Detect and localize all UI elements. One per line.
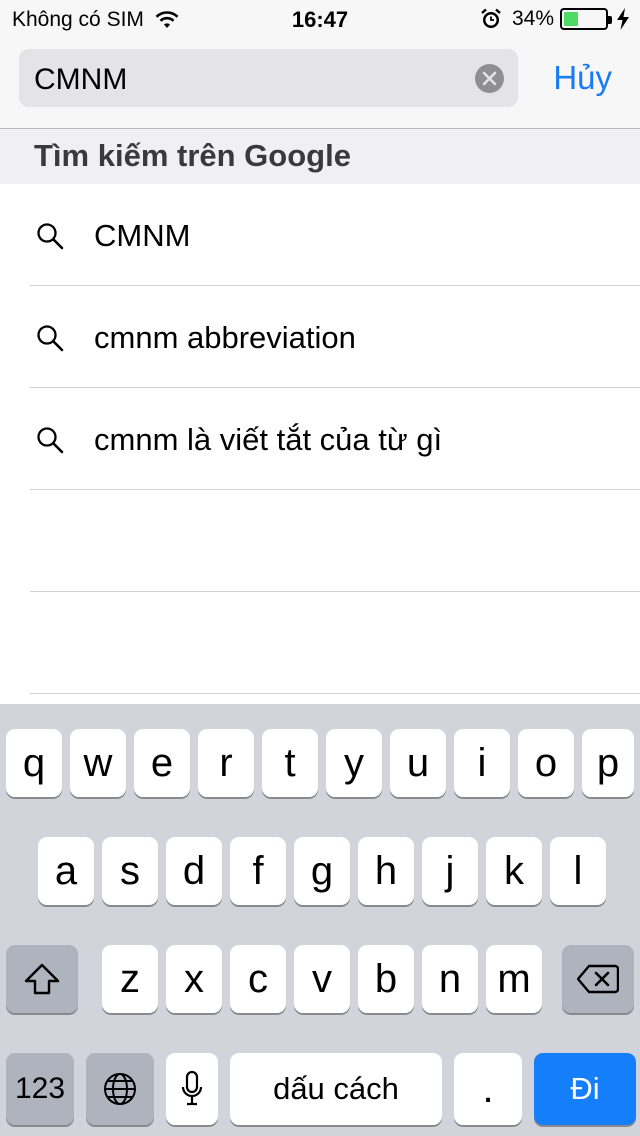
go-key[interactable]: Đi (534, 1053, 636, 1125)
key-n[interactable]: n (422, 945, 478, 1013)
clear-icon (482, 71, 497, 86)
suggestion-label: CMNM (94, 218, 191, 253)
key-u[interactable]: u (390, 729, 446, 797)
key-l[interactable]: l (550, 837, 606, 905)
empty-row (0, 490, 640, 592)
key-j[interactable]: j (422, 837, 478, 905)
search-input-value[interactable]: CMNM (34, 63, 127, 97)
key-i[interactable]: i (454, 729, 510, 797)
clear-search-button[interactable] (475, 64, 504, 93)
microphone-icon (181, 1070, 203, 1106)
key-k[interactable]: k (486, 837, 542, 905)
suggestion-label: cmnm abbreviation (94, 320, 356, 355)
key-g[interactable]: g (294, 837, 350, 905)
key-a[interactable]: a (38, 837, 94, 905)
key-v[interactable]: v (294, 945, 350, 1013)
suggestion-item[interactable]: cmnm abbreviation (0, 286, 640, 388)
search-icon (37, 325, 64, 352)
charging-bolt-icon (617, 8, 629, 30)
empty-row (0, 592, 640, 694)
key-d[interactable]: d (166, 837, 222, 905)
key-p[interactable]: p (582, 729, 634, 797)
shift-icon (24, 963, 60, 995)
section-title: Tìm kiếm trên Google (34, 138, 351, 173)
key-r[interactable]: r (198, 729, 254, 797)
search-icon (37, 223, 64, 250)
keyboard: q w e r t y u i o p a s d f g h j k l z … (0, 704, 640, 1136)
dictation-key[interactable] (166, 1053, 218, 1125)
search-input[interactable]: CMNM (19, 49, 518, 107)
key-w[interactable]: w (70, 729, 126, 797)
space-key[interactable]: dấu cách (230, 1053, 442, 1125)
cancel-button[interactable]: Hủy (553, 59, 612, 97)
status-right: 34% (480, 7, 630, 31)
divider (30, 693, 640, 694)
key-m[interactable]: m (486, 945, 542, 1013)
key-x[interactable]: x (166, 945, 222, 1013)
numbers-key[interactable]: 123 (6, 1053, 74, 1125)
battery-icon (560, 8, 612, 30)
battery-percent: 34% (511, 7, 554, 30)
period-key[interactable]: . (454, 1053, 522, 1125)
battery-tip (608, 16, 612, 24)
key-q[interactable]: q (6, 729, 62, 797)
suggestion-list: CMNM cmnm abbreviation cmnm là viết tắt … (0, 184, 640, 694)
section-header: Tìm kiếm trên Google (0, 129, 640, 184)
suggestion-item[interactable]: CMNM (0, 184, 640, 286)
battery-fill (564, 12, 578, 26)
globe-key[interactable] (86, 1053, 154, 1125)
backspace-icon (577, 964, 619, 994)
key-o[interactable]: o (518, 729, 574, 797)
suggestion-label: cmnm là viết tắt của từ gì (94, 422, 443, 457)
alarm-icon (481, 8, 501, 28)
key-z[interactable]: z (102, 945, 158, 1013)
key-e[interactable]: e (134, 729, 190, 797)
suggestion-item[interactable]: cmnm là viết tắt của từ gì (0, 388, 640, 490)
key-y[interactable]: y (326, 729, 382, 797)
key-c[interactable]: c (230, 945, 286, 1013)
delete-key[interactable] (562, 945, 634, 1013)
key-b[interactable]: b (358, 945, 414, 1013)
globe-icon (104, 1073, 136, 1105)
shift-key[interactable] (6, 945, 78, 1013)
key-h[interactable]: h (358, 837, 414, 905)
key-t[interactable]: t (262, 729, 318, 797)
search-icon (37, 427, 64, 454)
status-bar: Không có SIM 16:47 34% (0, 0, 640, 40)
key-s[interactable]: s (102, 837, 158, 905)
search-header: CMNM Hủy (0, 40, 640, 129)
key-f[interactable]: f (230, 837, 286, 905)
